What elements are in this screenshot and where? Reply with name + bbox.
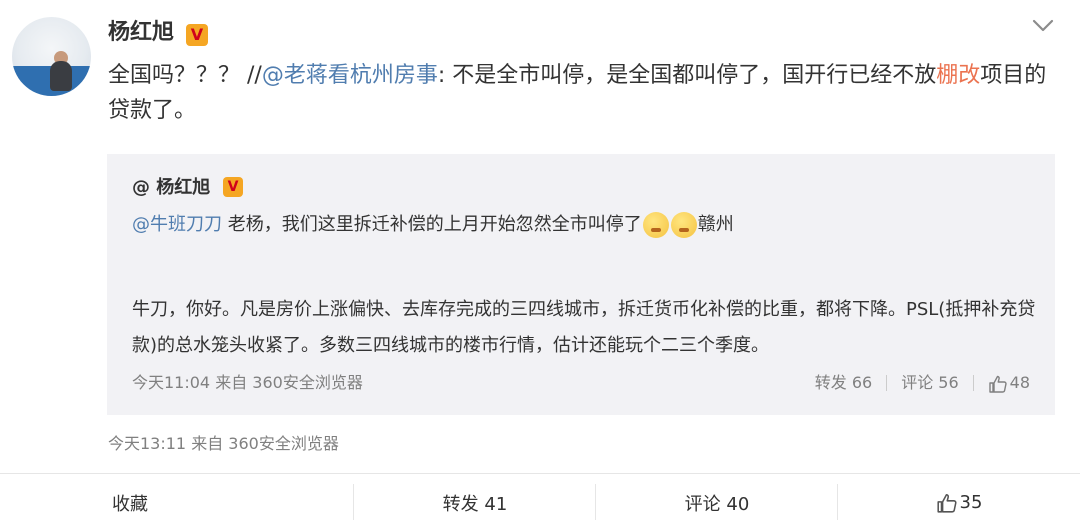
- repost-verified-badge-icon: V: [223, 177, 243, 197]
- post-text-mid: : 不是全市叫停，是全国都叫停了，国开行已经不放: [437, 63, 937, 88]
- topic-highlight-link[interactable]: 棚改: [936, 63, 980, 88]
- repost-stats: 转发 66 评论 56 48: [815, 370, 1030, 396]
- chevron-down-icon[interactable]: [1030, 14, 1056, 36]
- thinking-emoji-icon: [642, 212, 669, 238]
- repost-body-text: 牛刀，你好。凡是房价上涨偏快、去库存完成的三四线城市，拆迁货币化补偿的比重，都将…: [132, 299, 1036, 356]
- verified-badge-icon: V: [186, 24, 208, 46]
- repost-card[interactable]: @ 杨红旭 V @牛班刀刀 老杨，我们这里拆迁补偿的上月开始忽然全市叫停了 赣州 …: [107, 154, 1055, 415]
- author-name[interactable]: 杨红旭: [108, 18, 174, 48]
- repost-timestamp: 今天11:04 来自 360安全浏览器: [132, 373, 363, 392]
- comment-label: 评论 40: [684, 493, 750, 515]
- repost-line1-text: 老杨，我们这里拆迁补偿的上月开始忽然全市叫停了: [222, 214, 642, 235]
- repost-footer: 今天11:04 来自 360安全浏览器 转发 66 评论 56 48: [132, 370, 1030, 396]
- mention-link[interactable]: @老蒋看杭州房事: [262, 63, 438, 88]
- thumbs-up-icon: [936, 493, 957, 513]
- thinking-emoji-icon: [670, 212, 697, 238]
- repost-button[interactable]: 转发 41: [354, 474, 596, 531]
- favorite-label: 收藏: [112, 493, 148, 515]
- repost-location: 赣州: [697, 214, 734, 235]
- repost-label: 转发 41: [442, 493, 508, 515]
- like-button[interactable]: 35: [838, 474, 1080, 531]
- repost-like-count: 48: [1009, 373, 1030, 392]
- repost-comment-line: @牛班刀刀 老杨，我们这里拆迁补偿的上月开始忽然全市叫停了 赣州: [132, 211, 734, 239]
- post-text-prefix: 全国吗？？？ //: [108, 63, 262, 88]
- post-timestamp: 今天13:11 来自 360安全浏览器: [108, 434, 339, 453]
- divider: [886, 375, 888, 391]
- post-text: 全国吗？？？ //@老蒋看杭州房事: 不是全市叫停，是全国都叫停了，国开行已经不…: [108, 58, 1058, 128]
- comment-button[interactable]: 评论 40: [596, 474, 838, 531]
- avatar[interactable]: [12, 17, 91, 96]
- divider: [972, 375, 974, 391]
- repost-like-button[interactable]: 48: [988, 370, 1030, 396]
- thumbs-up-icon: [988, 375, 1007, 393]
- action-bar: 收藏 转发 41 评论 40 35: [0, 474, 1080, 531]
- like-count: 35: [959, 492, 983, 513]
- repost-mention-link[interactable]: @牛班刀刀: [132, 214, 222, 235]
- favorite-button[interactable]: 收藏: [0, 474, 354, 531]
- avatar-person: [50, 61, 72, 91]
- repost-repost-count[interactable]: 转发 66: [815, 370, 872, 396]
- repost-author[interactable]: @ 杨红旭: [132, 175, 210, 201]
- repost-comment-count[interactable]: 评论 56: [901, 370, 958, 396]
